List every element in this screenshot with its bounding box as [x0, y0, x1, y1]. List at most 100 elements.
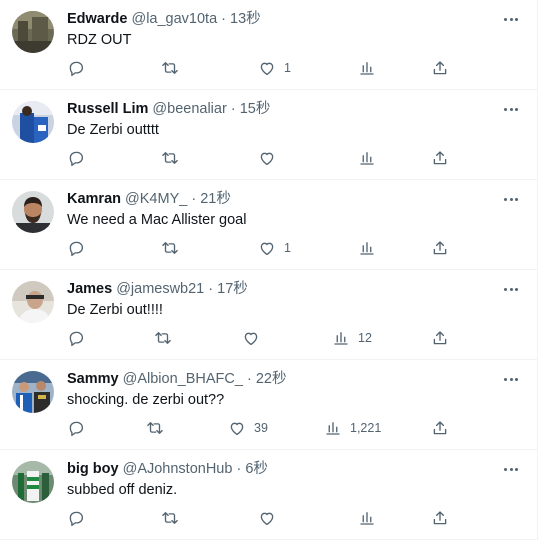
- reply-button[interactable]: [67, 418, 85, 438]
- tweet-text: De Zerbi outttt: [67, 122, 159, 138]
- retweet-icon: [162, 242, 178, 254]
- separator-dot: ·: [236, 461, 242, 477]
- share-button[interactable]: [431, 238, 449, 258]
- like-button[interactable]: [242, 328, 268, 348]
- more-options-icon[interactable]: [501, 280, 521, 298]
- author-name[interactable]: Russell Lim: [67, 101, 148, 117]
- like-button[interactable]: 39: [228, 418, 268, 438]
- separator-dot: ·: [208, 281, 214, 297]
- retweet-icon: [147, 422, 163, 434]
- like-button[interactable]: [258, 148, 284, 168]
- like-button[interactable]: 1: [258, 238, 291, 258]
- heart-icon: [230, 422, 244, 436]
- heart-icon: [260, 242, 274, 256]
- tweet-item[interactable]: big boy @AJohnstonHub · 6秒 subbed off de…: [0, 450, 537, 540]
- tweet-text: We need a Mac Allister goal: [67, 212, 247, 228]
- share-upload-icon: [433, 331, 447, 345]
- views-button[interactable]: 1,221: [324, 418, 381, 438]
- like-button[interactable]: 1: [258, 58, 291, 78]
- author-handle[interactable]: @jameswb21: [116, 281, 204, 297]
- view-count: 12: [358, 331, 372, 345]
- views-button[interactable]: [358, 58, 384, 78]
- avatar[interactable]: [12, 191, 54, 233]
- author-handle[interactable]: @beenaliar: [152, 101, 226, 117]
- reply-button[interactable]: [67, 508, 85, 528]
- author-name[interactable]: Edwarde: [67, 11, 127, 27]
- timestamp[interactable]: 13秒: [230, 11, 261, 27]
- author-handle[interactable]: @K4MY_: [125, 191, 187, 207]
- author-name[interactable]: James: [67, 281, 112, 297]
- views-bar-chart-icon: [326, 422, 340, 435]
- like-button[interactable]: [258, 508, 284, 528]
- more-options-icon[interactable]: [501, 370, 521, 388]
- retweet-icon: [155, 332, 171, 344]
- avatar[interactable]: [12, 371, 54, 413]
- like-count: 39: [254, 421, 268, 435]
- author-name[interactable]: Kamran: [67, 191, 121, 207]
- separator-dot: ·: [246, 371, 252, 387]
- reply-icon: [69, 331, 84, 347]
- views-bar-chart-icon: [334, 332, 348, 345]
- heart-icon: [260, 512, 274, 526]
- reply-button[interactable]: [67, 58, 85, 78]
- views-button[interactable]: [358, 148, 384, 168]
- more-options-icon[interactable]: [501, 100, 521, 118]
- share-upload-icon: [433, 421, 447, 435]
- reply-button[interactable]: [67, 148, 85, 168]
- tweet-text: RDZ OUT: [67, 32, 132, 48]
- reply-icon: [69, 421, 84, 437]
- reply-icon: [69, 61, 84, 77]
- avatar[interactable]: [12, 281, 54, 323]
- author-name[interactable]: Sammy: [67, 371, 119, 387]
- timestamp[interactable]: 21秒: [200, 191, 231, 207]
- more-options-icon[interactable]: [501, 10, 521, 28]
- share-upload-icon: [433, 61, 447, 75]
- tweet-header: Kamran @K4MY_ · 21秒: [67, 190, 497, 208]
- retweet-button[interactable]: [161, 508, 179, 528]
- share-button[interactable]: [431, 148, 449, 168]
- retweet-button[interactable]: [154, 328, 172, 348]
- avatar[interactable]: [12, 461, 54, 503]
- view-count: 1,221: [350, 421, 382, 435]
- retweet-button[interactable]: [161, 238, 179, 258]
- more-options-icon[interactable]: [501, 190, 521, 208]
- timestamp[interactable]: 6秒: [245, 461, 268, 477]
- action-bar: 1: [0, 58, 538, 78]
- tweet-item[interactable]: James @jameswb21 · 17秒 De Zerbi out!!!! …: [0, 270, 537, 360]
- heart-icon: [244, 332, 258, 346]
- more-options-icon[interactable]: [501, 460, 521, 478]
- timestamp[interactable]: 22秒: [256, 371, 287, 387]
- tweet-item[interactable]: Sammy @Albion_BHAFC_ · 22秒 shocking. de …: [0, 360, 537, 450]
- share-button[interactable]: [431, 508, 449, 528]
- tweet-item[interactable]: Edwarde @la_gav10ta · 13秒 RDZ OUT 1: [0, 0, 537, 90]
- avatar[interactable]: [12, 101, 54, 143]
- views-button[interactable]: [358, 508, 384, 528]
- retweet-button[interactable]: [161, 148, 179, 168]
- retweet-icon: [162, 62, 178, 74]
- tweet-header: Russell Lim @beenaliar · 15秒: [67, 100, 497, 118]
- share-button[interactable]: [431, 328, 449, 348]
- reply-button[interactable]: [67, 328, 85, 348]
- tweet-header: Sammy @Albion_BHAFC_ · 22秒: [67, 370, 497, 388]
- share-button[interactable]: [431, 58, 449, 78]
- reply-button[interactable]: [67, 238, 85, 258]
- share-upload-icon: [433, 241, 447, 255]
- author-handle[interactable]: @la_gav10ta: [131, 11, 217, 27]
- reply-icon: [69, 151, 84, 167]
- tweet-item[interactable]: Kamran @K4MY_ · 21秒 We need a Mac Allist…: [0, 180, 537, 270]
- author-name[interactable]: big boy: [67, 461, 119, 477]
- views-button[interactable]: [358, 238, 384, 258]
- avatar[interactable]: [12, 11, 54, 53]
- action-bar: [0, 508, 538, 528]
- views-button[interactable]: 12: [332, 328, 372, 348]
- timestamp[interactable]: 15秒: [240, 101, 271, 117]
- tweet-item[interactable]: Russell Lim @beenaliar · 15秒 De Zerbi ou…: [0, 90, 537, 180]
- timestamp[interactable]: 17秒: [217, 281, 248, 297]
- share-button[interactable]: [431, 418, 449, 438]
- author-handle[interactable]: @Albion_BHAFC_: [123, 371, 243, 387]
- retweet-button[interactable]: [161, 58, 179, 78]
- separator-dot: ·: [230, 101, 236, 117]
- retweet-button[interactable]: [146, 418, 164, 438]
- tweet-header: James @jameswb21 · 17秒: [67, 280, 497, 298]
- author-handle[interactable]: @AJohnstonHub: [123, 461, 233, 477]
